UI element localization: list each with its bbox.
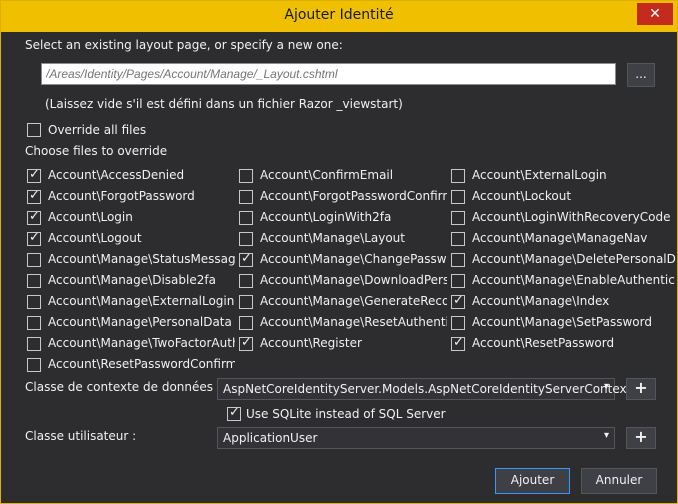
cancel-button[interactable]: Annuler (581, 468, 657, 494)
user-class-label: Classe utilisateur : (25, 429, 137, 443)
file-checkbox[interactable] (239, 274, 253, 288)
file-checkbox[interactable] (451, 169, 465, 183)
title-bar[interactable]: Ajouter Identité ✕ (1, 1, 677, 32)
data-context-label: Classe de contexte de données : (25, 380, 221, 394)
file-label: Account\Manage\DownloadPersor (260, 273, 447, 287)
file-label: Account\Manage\TwoFactorAuthe (48, 336, 235, 350)
file-checkbox[interactable] (27, 230, 41, 246)
add-data-context-button[interactable]: + (626, 378, 656, 400)
file-checkbox[interactable] (451, 335, 465, 351)
file-label: Account\LoginWith2fa (260, 210, 392, 224)
file-label: Account\Lockout (472, 189, 572, 203)
layout-page-label: Select an existing layout page, or speci… (25, 38, 343, 52)
override-all-checkbox[interactable] (27, 123, 41, 137)
file-label: Account\Manage\EnableAuthentic (472, 273, 675, 287)
close-button[interactable]: ✕ (637, 3, 673, 25)
data-context-value: AspNetCoreIdentityServer.Models.AspNetCo… (223, 382, 632, 396)
add-button[interactable]: Ajouter (495, 468, 570, 494)
browse-button[interactable]: ... (627, 63, 655, 87)
file-label: Account\ExternalLogin (472, 168, 607, 182)
file-label: Account\Login (48, 210, 133, 224)
file-checkbox[interactable] (451, 190, 465, 204)
file-checkbox[interactable] (451, 211, 465, 225)
file-checkbox[interactable] (239, 211, 253, 225)
layout-hint: (Laissez vide s'il est défini dans un fi… (45, 97, 403, 111)
dialog-content: Select an existing layout page, or speci… (1, 32, 677, 503)
choose-files-label: Choose files to override (25, 144, 168, 158)
dialog-title: Ajouter Identité (284, 7, 394, 23)
file-checkbox[interactable] (239, 316, 253, 330)
file-checkbox[interactable] (239, 190, 253, 204)
file-label: Account\Manage\ChangePasswo (260, 252, 447, 266)
layout-page-input[interactable] (41, 63, 616, 85)
file-label: Account\Register (260, 336, 362, 350)
file-label: Account\Manage\Disable2fa (48, 273, 216, 287)
file-checkbox[interactable] (27, 337, 41, 351)
file-checkbox[interactable] (451, 293, 465, 309)
file-label: Account\LoginWithRecoveryCode (472, 210, 671, 224)
file-label: Account\AccessDenied (48, 168, 185, 182)
file-checkbox[interactable] (239, 169, 253, 183)
sqlite-checkbox[interactable] (227, 405, 241, 421)
file-label: Account\Manage\PersonalData (48, 315, 232, 329)
file-label: Account\Manage\StatusMessage (48, 252, 235, 266)
file-checkbox[interactable] (451, 232, 465, 246)
file-checkbox[interactable] (27, 274, 41, 288)
user-class-select[interactable]: ApplicationUser ▾ (217, 427, 615, 449)
file-label: Account\Manage\ExternalLogins (48, 294, 235, 308)
file-label: Account\Manage\Index (472, 294, 610, 308)
file-label: Account\Manage\DeletePersonalD (472, 252, 676, 266)
file-checkbox[interactable] (27, 167, 41, 183)
file-label: Account\Manage\SetPassword (472, 315, 652, 329)
file-checkbox[interactable] (451, 253, 465, 267)
file-checkbox[interactable] (27, 253, 41, 267)
file-checkbox[interactable] (239, 335, 253, 351)
data-context-select[interactable]: AspNetCoreIdentityServer.Models.AspNetCo… (217, 378, 631, 400)
file-checkbox[interactable] (27, 358, 41, 372)
file-label: Account\ForgotPassword (48, 189, 195, 203)
file-checkbox[interactable] (451, 316, 465, 330)
file-label: Account\ConfirmEmail (260, 168, 394, 182)
file-checkbox[interactable] (239, 295, 253, 309)
chevron-down-icon: ▾ (603, 381, 609, 392)
sqlite-label: Use SQLite instead of SQL Server (246, 407, 446, 421)
file-checkbox[interactable] (27, 295, 41, 309)
add-user-class-button[interactable]: + (626, 427, 656, 449)
chevron-down-icon: ▾ (603, 430, 609, 441)
file-label: Account\ForgotPasswordConfirma (260, 189, 447, 203)
file-label: Account\Manage\ManageNav (472, 231, 648, 245)
file-checkbox[interactable] (239, 251, 253, 267)
file-label: Account\ResetPasswordConfirmati (48, 357, 235, 371)
file-checkbox[interactable] (239, 232, 253, 246)
file-checkbox[interactable] (27, 209, 41, 225)
file-checkbox[interactable] (27, 316, 41, 330)
dialog-window: Ajouter Identité ✕ Select an existing la… (0, 0, 678, 504)
close-icon: ✕ (649, 6, 661, 22)
file-label: Account\Manage\ResetAuthentica (260, 315, 447, 329)
file-label: Account\ResetPassword (472, 336, 615, 350)
override-all-label: Override all files (48, 123, 147, 137)
file-checkbox[interactable] (451, 274, 465, 288)
file-label: Account\Logout (48, 231, 142, 245)
file-checkbox[interactable] (27, 188, 41, 204)
file-label: Account\Manage\Layout (260, 231, 405, 245)
user-class-value: ApplicationUser (223, 431, 318, 445)
file-label: Account\Manage\GenerateRecove (260, 294, 447, 308)
